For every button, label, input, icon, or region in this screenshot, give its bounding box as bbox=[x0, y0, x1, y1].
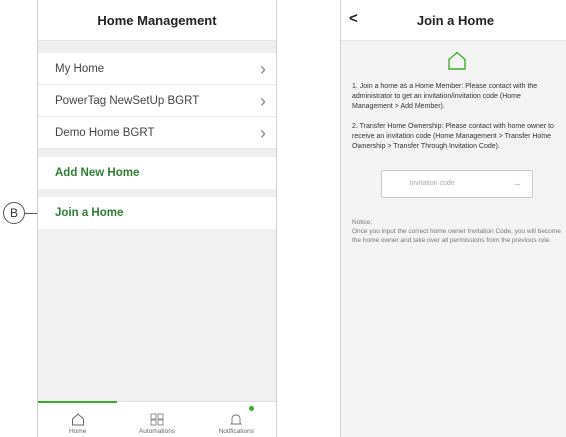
tab-label: Home bbox=[68, 428, 87, 435]
spacer bbox=[38, 41, 276, 53]
home-item-powertag[interactable]: PowerTag NewSetUp BGRT › bbox=[38, 85, 276, 117]
instruction-transfer: 2. Transfer Home Ownership: Please conta… bbox=[352, 122, 554, 150]
callout-b: B bbox=[3, 202, 25, 224]
join-home-content: 1. Join a home as a Home Member: Please … bbox=[341, 41, 566, 246]
home-item-label: PowerTag NewSetUp BGRT bbox=[55, 94, 200, 107]
add-new-home-button[interactable]: Add New Home bbox=[38, 157, 276, 189]
chevron-right-icon: › bbox=[260, 58, 266, 79]
page-title: < Join a Home bbox=[341, 0, 566, 41]
home-icon bbox=[352, 51, 561, 74]
tab-automations[interactable]: Automations bbox=[117, 402, 196, 437]
bell-icon bbox=[230, 414, 243, 425]
page-title: Home Management bbox=[38, 0, 276, 41]
notice-title: Notice: bbox=[352, 218, 373, 226]
notification-dot bbox=[248, 406, 254, 411]
home-item-label: My Home bbox=[55, 62, 105, 75]
notice-block: Notice: Once you input the correct home … bbox=[352, 218, 561, 246]
notice-text: Once you input the correct home owner In… bbox=[352, 227, 561, 245]
separator bbox=[38, 149, 276, 157]
join-home-button[interactable]: Join a Home bbox=[38, 197, 276, 229]
separator bbox=[38, 189, 276, 197]
chevron-right-icon: › bbox=[260, 90, 266, 111]
join-home-screen: < Join a Home 1. Join a home as a Home M… bbox=[340, 0, 566, 437]
home-item-label: Demo Home BGRT bbox=[55, 126, 155, 139]
tab-home[interactable]: Home bbox=[38, 401, 118, 437]
callout-line bbox=[25, 213, 37, 214]
chevron-right-icon: › bbox=[260, 122, 266, 143]
home-item-my-home[interactable]: My Home › bbox=[38, 53, 276, 85]
grid-icon bbox=[150, 413, 164, 426]
instruction-member: 1. Join a home as a Home Member: Please … bbox=[352, 82, 538, 110]
bottom-tab-bar: Home Automations Notifications bbox=[38, 401, 276, 437]
tab-notifications[interactable]: Notifications bbox=[197, 402, 276, 437]
invitation-code-placeholder: Invitation code bbox=[409, 179, 455, 187]
invitation-code-input[interactable]: Invitation code → bbox=[380, 169, 533, 198]
home-management-screen: Home Management My Home › PowerTag NewSe… bbox=[37, 0, 277, 437]
title-text: Join a Home bbox=[416, 12, 495, 28]
back-arrow-icon[interactable]: < bbox=[349, 10, 358, 27]
tab-label: Automations bbox=[138, 428, 176, 435]
tab-label: Notifications bbox=[218, 428, 255, 435]
home-icon bbox=[71, 413, 84, 426]
arrow-right-icon[interactable]: → bbox=[513, 177, 522, 190]
home-item-demo-home[interactable]: Demo Home BGRT › bbox=[38, 117, 276, 149]
